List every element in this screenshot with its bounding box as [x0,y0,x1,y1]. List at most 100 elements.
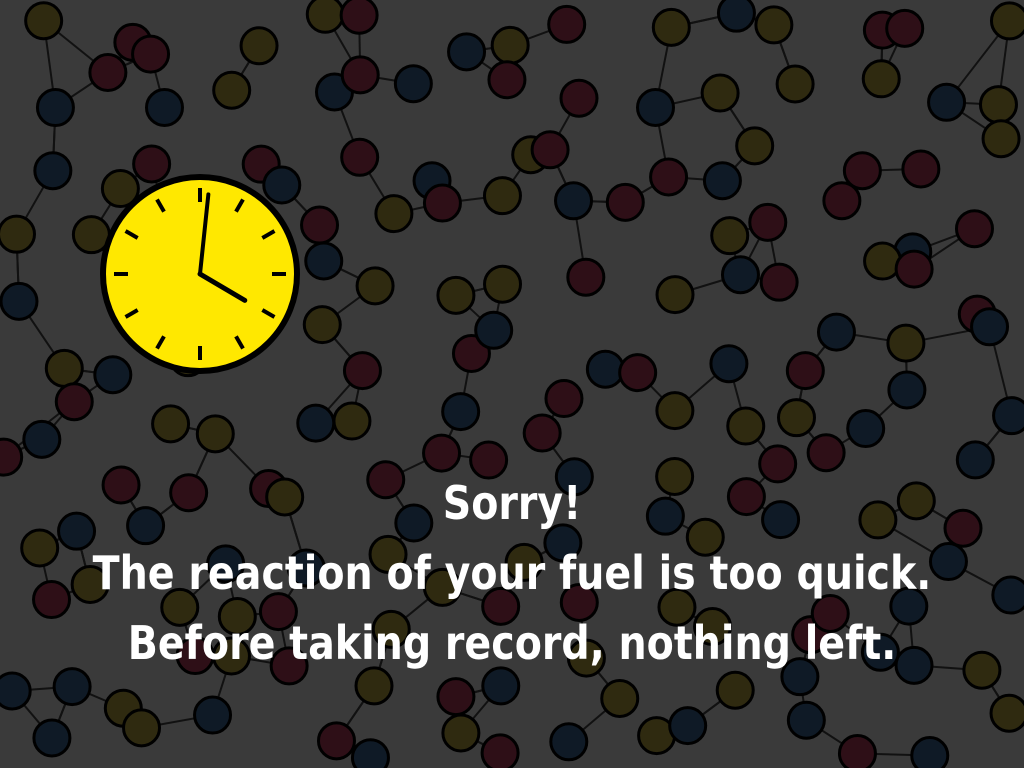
network-atom [522,413,562,453]
network-atom [490,25,530,65]
network-atom [483,264,523,304]
network-atom [885,8,925,48]
network-atom [316,721,356,761]
network-atom [635,87,675,127]
network-atom [32,718,72,758]
network-atom [549,722,589,762]
network-atom [702,161,742,201]
network-atom [422,183,462,223]
network-atom [304,241,344,281]
network-atom [422,433,462,473]
network-atom [886,323,926,363]
network-atom [785,351,825,391]
network-atom [822,181,862,221]
network-atom [927,82,967,122]
network-atom [754,5,794,45]
network-atom [618,353,658,393]
network-atom [131,34,171,74]
network-atom [566,257,606,297]
network-atom [24,1,64,41]
network-atom [355,266,395,306]
network-atom [441,392,481,432]
network-atom [710,216,750,256]
network-atom [342,351,382,391]
network-atom [0,671,32,711]
network-atom [894,249,934,289]
message-title: Sorry! [442,476,582,530]
network-atom [962,650,1002,690]
network-atom [846,409,886,449]
network-atom [970,307,1010,347]
network-atom [981,119,1021,159]
network-atom [559,78,599,118]
network-atom [668,706,708,746]
network-atom [54,382,94,422]
network-atom [0,214,36,254]
network-atom [35,88,75,128]
message-line-2: Before taking record, nothing left. [127,616,897,670]
network-atom [441,713,481,753]
network-atom [775,64,815,104]
network-atom [544,379,584,419]
network-atom [151,404,191,444]
network-atom [554,181,594,221]
network-atom [655,275,695,315]
network-atom [480,733,520,768]
network-atom [0,437,24,477]
network-atom [759,262,799,302]
network-atom [44,348,84,388]
network-atom [649,157,689,197]
network-atom [655,391,695,431]
network-atom [651,7,691,47]
network-atom [20,528,60,568]
game-screen: Sorry! The reaction of your fuel is too … [0,0,1024,768]
network-atom [195,414,235,454]
network-atom [393,64,433,104]
game-over-message: Sorry! The reaction of your fuel is too … [72,468,953,678]
network-atom [837,733,877,768]
network-atom [989,1,1024,41]
network-atom [735,126,775,166]
network-atom [887,370,927,410]
network-atom [991,575,1024,615]
network-atom [482,176,522,216]
network-atom [806,433,846,473]
message-line-1: The reaction of your fuel is too quick. [92,546,932,600]
network-atom [600,678,640,718]
network-atom [88,53,128,93]
network-atom [700,73,740,113]
network-atom [305,0,345,34]
network-atom [776,398,816,438]
network-atom [720,255,760,295]
network-atom [447,32,487,72]
network-atom [992,396,1024,436]
network-atom [436,275,476,315]
network-atom [32,580,72,620]
network-atom [547,4,587,44]
network-atom [144,88,184,128]
network-atom [340,137,380,177]
network-atom [748,202,788,242]
network-atom [585,349,625,389]
network-atom [978,85,1018,125]
network-atom [22,419,62,459]
network-atom [0,281,39,321]
network-atom [239,26,279,66]
network-atom [816,312,856,352]
network-atom [716,0,756,33]
network-atom [436,677,476,717]
network-atom [530,130,570,170]
network-atom [302,305,342,345]
network-atom [989,693,1024,733]
network-atom [296,403,336,443]
network-atom [33,151,73,191]
network-atom [122,708,162,748]
network-atom [212,70,252,110]
network-atom [474,310,514,350]
network-atom [901,149,941,189]
network-atom [605,182,645,222]
network-atom [786,700,826,740]
network-atom [955,440,995,480]
network-atom [726,406,766,446]
network-atom [954,209,994,249]
